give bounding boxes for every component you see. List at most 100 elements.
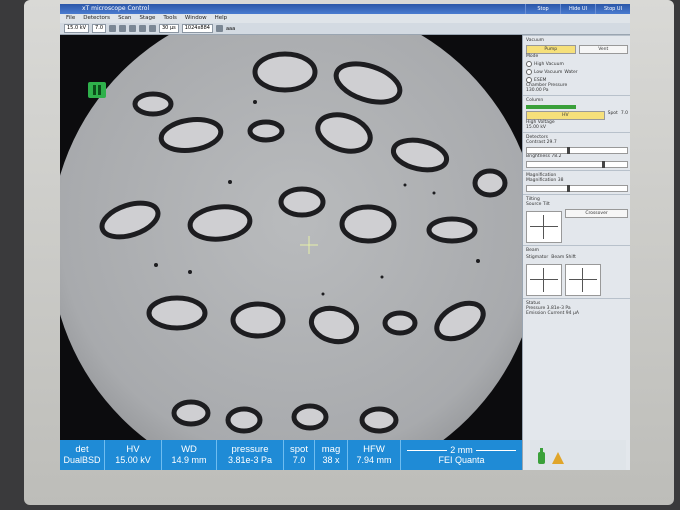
bottle-icon [538,452,545,464]
tool-icon-5[interactable] [149,25,156,32]
spot-value-bar: 7.0 [292,455,306,465]
hide-ui-button[interactable]: Hide UI [560,4,595,14]
brightness-label: Brightness [526,154,550,159]
spot-label-bar: spot [290,444,308,455]
menu-window[interactable]: Window [185,14,207,23]
sem-image [60,35,522,440]
beam-title: Beam [526,248,539,253]
tilting-section: Tilting Source Tilt Crossover [523,194,630,245]
pump-button[interactable]: Pump [526,45,576,54]
wd-label: WD [181,444,197,455]
det-value: DualBSD [63,455,101,465]
wd-value: 14.9 mm [171,455,207,465]
source-tilt-label: Source Tilt [526,202,550,207]
contrast-label: Contrast [526,140,546,145]
wd-cell: WD 14.9 mm [162,440,217,470]
magnification-section: Magnification Magnification 38 [523,170,630,194]
menu-scan[interactable]: Scan [118,14,131,23]
emission-current-label: Emission Current [526,311,565,316]
det-label: det [75,444,89,455]
pressure-cell: pressure 3.81e-3 Pa [217,440,284,470]
zoom-field[interactable]: aaa [226,26,235,32]
detectors-section: Detectors Contrast 29.7 Brightness 78.2 [523,132,630,170]
menu-bar: File Detectors Scan Stage Tools Window H… [60,14,630,23]
magnification-slider[interactable] [526,185,628,192]
hfw-value: 7.94 mm [356,455,392,465]
stigmator-label: Stigmator [526,255,549,260]
mag-value: 38 x [322,455,340,465]
contrast-slider[interactable] [526,147,628,154]
stop-button[interactable]: Stop [525,4,560,14]
mag-cell: mag 38 x [315,440,348,470]
radio-high-vacuum[interactable] [526,61,532,67]
brightness-slider[interactable] [526,161,628,168]
tool-icon-1[interactable] [109,25,116,32]
app-window: xT microscope Control Stop Hide UI Stop … [60,4,630,470]
instrument-label: FEI Quanta [438,455,485,465]
crossover-button[interactable]: Crossover [565,209,628,218]
data-bar: det DualBSD HV 15.00 kV WD 14.9 mm press… [60,440,522,470]
magnification-value: 38 [557,178,564,183]
pause-scan-icon[interactable] [215,25,223,32]
hv-button[interactable]: HV [526,111,605,120]
scale-label: 2 mm [450,445,473,455]
high-vacuum-label: High Vacuum [534,61,564,67]
source-tilt-pad[interactable] [526,211,562,243]
low-vacuum-label: Low Vacuum [534,69,563,75]
panel-footer [530,440,626,470]
brightness-value: 78.2 [551,154,562,159]
menu-stage[interactable]: Stage [139,14,155,23]
high-voltage-value[interactable]: 15.00 kV [526,125,628,130]
resolution-field[interactable]: 1024x884 [181,24,213,33]
spot-cell: spot 7.0 [284,440,315,470]
mode-label: Mode [526,54,539,59]
title-right-buttons: Stop Hide UI Stop UI [525,4,630,14]
stigmator-pad[interactable] [526,264,562,296]
spot-value[interactable]: 7.0 [621,111,628,120]
mag-label: mag [321,444,341,455]
menu-file[interactable]: File [66,14,75,23]
pressure-value: 3.81e-3 Pa [227,455,273,465]
control-panel: Vacuum Pump Vent Mode High Vacuum Low Va… [522,35,630,470]
status-section: Status Pressure 3.81e-3 Pa Emission Curr… [523,298,630,318]
contrast-value: 29.7 [546,140,557,145]
pause-icon[interactable] [88,82,106,98]
menu-detectors[interactable]: Detectors [83,14,110,23]
spot-label: Spot [607,111,618,116]
pressure-label: pressure [231,444,269,455]
beam-shift-label: Beam Shift [551,255,576,260]
dwell-field[interactable]: 30 µs [159,24,179,33]
menu-tools[interactable]: Tools [163,14,177,23]
menu-help[interactable]: Help [215,14,228,23]
tool-icon-4[interactable] [139,25,146,32]
beam-section: Beam Stigmator Beam Shift [523,245,630,298]
beam-shift-pad[interactable] [565,264,601,296]
hv-value: 15.00 kV [115,455,151,465]
emission-current-value: 94 [565,311,572,316]
vent-button[interactable]: Vent [578,45,628,54]
hv-label: HV [126,444,140,455]
sem-image-viewport[interactable] [60,35,522,440]
water-select[interactable]: Water [564,70,577,75]
triangle-icon [552,452,564,464]
emission-current-unit: µA [572,311,579,316]
vacuum-section: Vacuum Pump Vent Mode High Vacuum Low Va… [523,35,630,95]
column-section: Column HV Spot 7.0 High Voltage 15.00 kV [523,95,630,132]
hv-cell: HV 15.00 kV [105,440,162,470]
scale-bar: 2 mm [407,445,516,455]
column-status-bar [526,105,576,109]
scale-cell: 2 mm FEI Quanta [401,440,522,470]
spot-field[interactable]: 7.0 [92,24,106,33]
hv-field[interactable]: 15.0 kV [64,24,90,33]
esem-label: ESEM [534,77,547,83]
toolbar: 15.0 kV 7.0 30 µs 1024x884 aaa [60,23,630,35]
column-title: Column [526,98,544,103]
chamber-pressure-value[interactable]: 130.00 Pa [526,88,628,93]
tool-icon-3[interactable] [129,25,136,32]
tool-icon-2[interactable] [119,25,126,32]
radio-low-vacuum[interactable] [526,69,532,75]
window-title: xT microscope Control [82,5,150,12]
stop-ui-button[interactable]: Stop UI [595,4,630,14]
vacuum-title: Vacuum [526,38,545,43]
hfw-label: HFW [363,444,385,455]
